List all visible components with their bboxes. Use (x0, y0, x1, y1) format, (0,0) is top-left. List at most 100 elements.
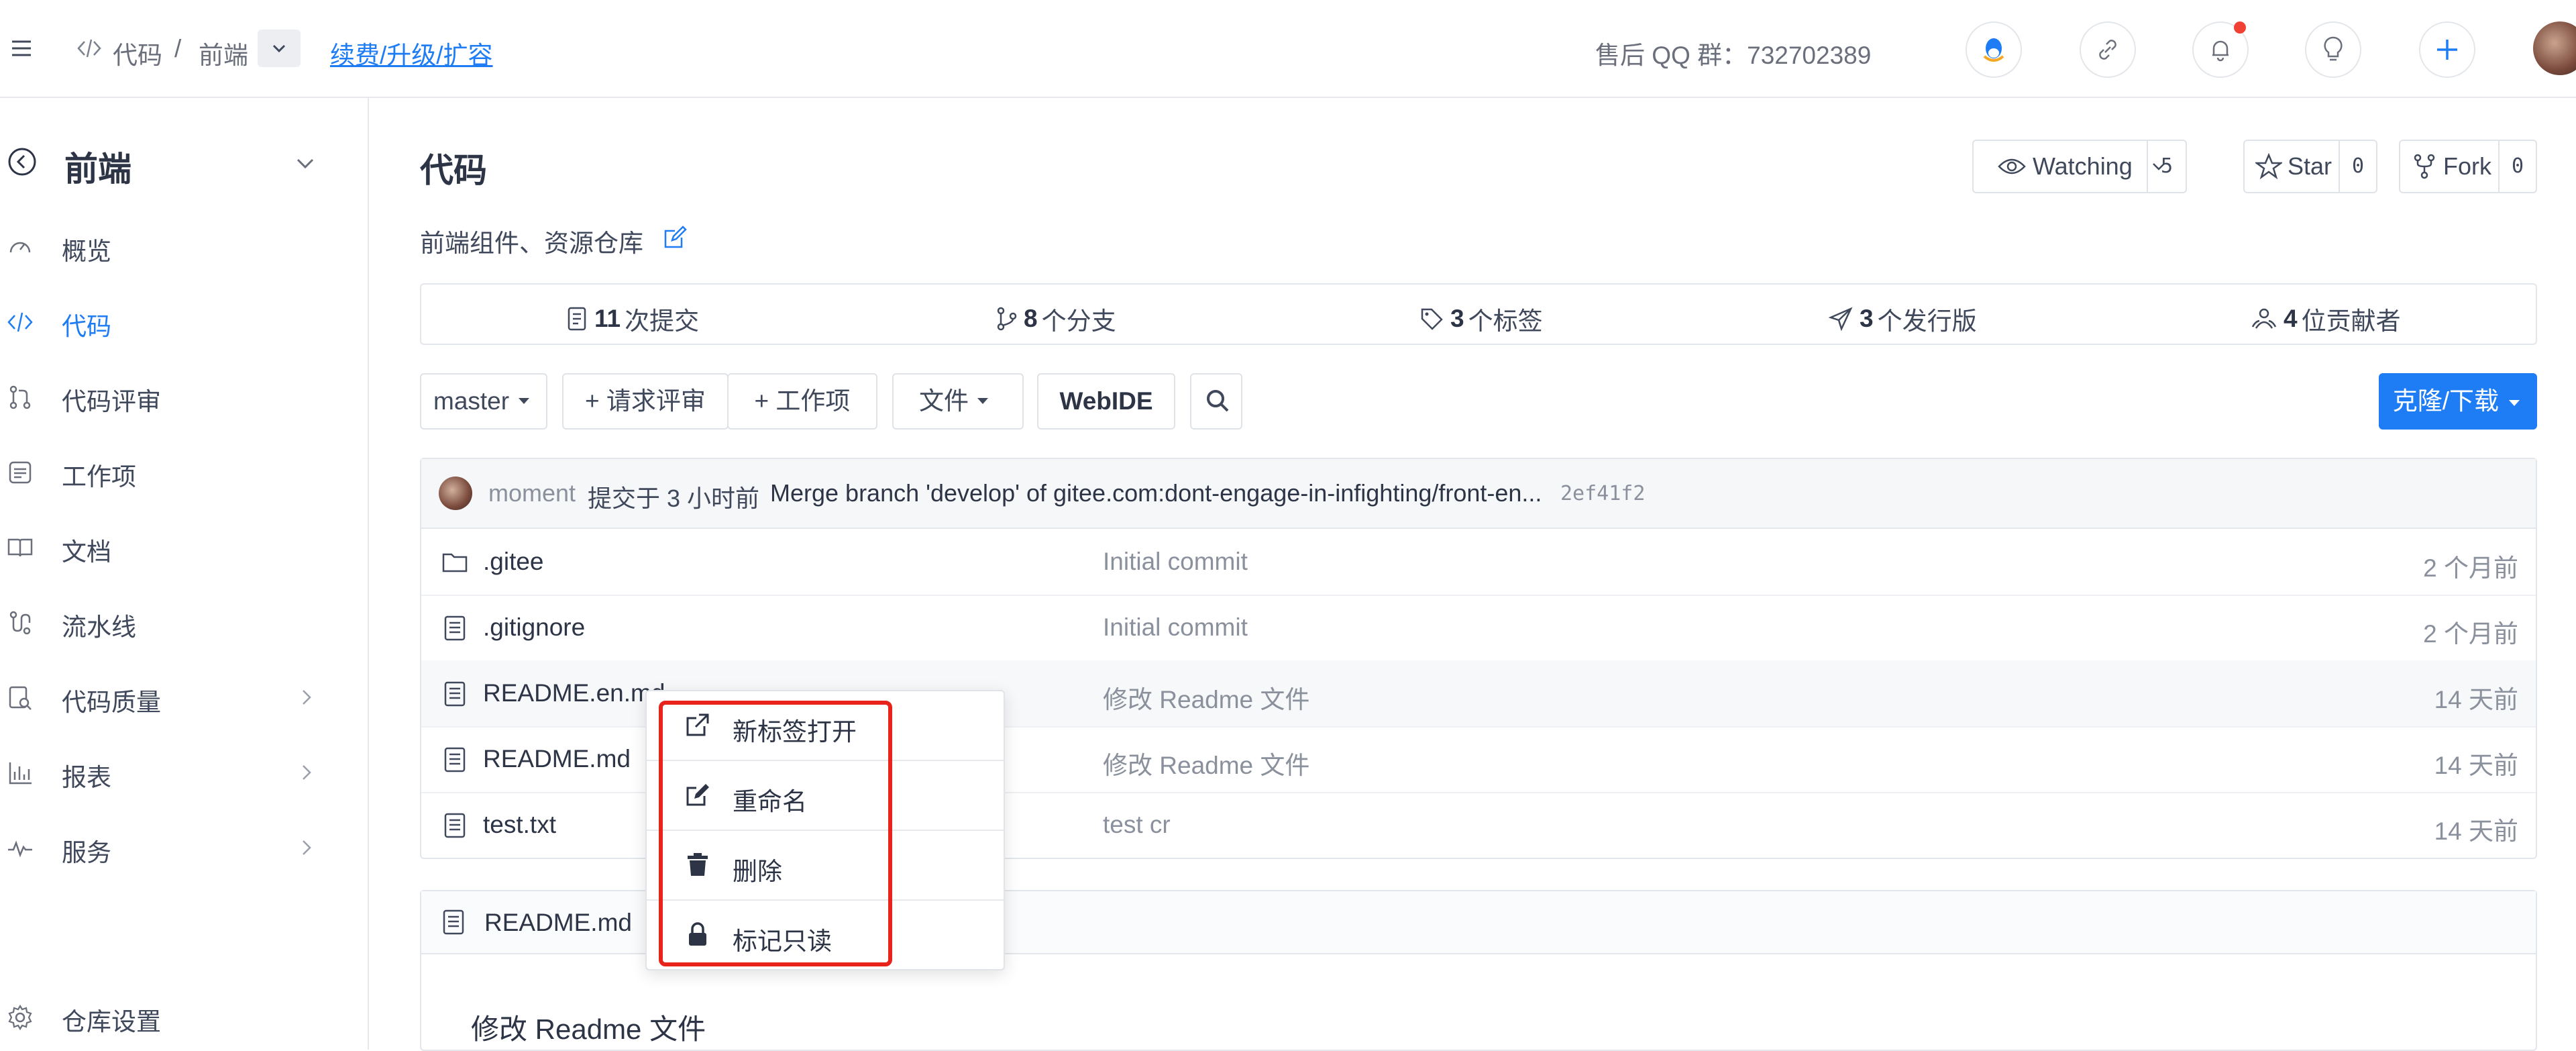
branches-label: 个分支 (1041, 307, 1116, 335)
file-dropdown-label: 文件 (919, 387, 969, 415)
sidebar-item-code-quality[interactable]: 代码质量 (0, 670, 366, 723)
send-icon (1829, 307, 1853, 331)
file-updated-time: 14 天前 (2434, 817, 2518, 845)
clone-download-button[interactable]: 克隆/下载 (2379, 373, 2537, 430)
menu-icon[interactable] (8, 35, 35, 62)
sidebar-item-code[interactable]: 代码 (0, 294, 366, 348)
sidebar-item-reports[interactable]: 报表 (0, 745, 366, 799)
breadcrumb-separator: / (174, 35, 182, 62)
sidebar: 前端 概览 代码 代码评审 工作项 文档 流水线 代码质量 报表 服务 仓库设置 (0, 98, 369, 1050)
plus-icon (2434, 36, 2461, 63)
breadcrumb-code[interactable]: 代码 (113, 35, 162, 71)
book-icon (7, 534, 34, 561)
sidebar-item-label: 代码 (62, 313, 111, 340)
star-label: Star (2288, 152, 2332, 180)
tags-label: 个标签 (1468, 307, 1543, 335)
file-row[interactable]: .gitee Initial commit 2 个月前 (421, 529, 2536, 596)
search-button[interactable] (1190, 373, 1242, 430)
new-work-item-button[interactable]: + 工作项 (727, 373, 877, 430)
sidebar-item-label: 流水线 (62, 613, 136, 641)
code-icon (76, 36, 102, 60)
commit-hash[interactable]: 2ef41f2 (1560, 482, 1645, 505)
bell-icon (2207, 36, 2234, 63)
webide-label: WebIDE (1059, 387, 1153, 415)
commits-stat[interactable]: 11 次提交 (566, 301, 699, 337)
releases-label: 个发行版 (1877, 307, 1977, 335)
search-icon (1203, 387, 1232, 415)
branches-count: 8 (1024, 305, 1038, 332)
fork-count[interactable]: 0 (2498, 141, 2536, 192)
commit-message[interactable]: Merge branch 'develop' of gitee.com:dont… (770, 479, 1542, 507)
contributors-stat[interactable]: 4 位贡献者 (2251, 301, 2401, 337)
file-icon (441, 681, 468, 707)
latest-commit-row: moment 提交于 3 小时前 Merge branch 'develop' … (421, 459, 2536, 529)
chevron-right-icon (295, 686, 318, 709)
caret-down-icon (974, 392, 991, 409)
contributors-label: 位贡献者 (2301, 307, 2401, 335)
tips-button[interactable] (2305, 21, 2361, 78)
file-name[interactable]: README.md (483, 745, 631, 773)
file-name[interactable]: test.txt (483, 811, 556, 839)
sidebar-item-repo-settings[interactable]: 仓库设置 (0, 989, 366, 1043)
releases-stat[interactable]: 3 个发行版 (1829, 301, 1977, 337)
repo-switch-dropdown[interactable] (258, 30, 301, 67)
commit-author[interactable]: moment (488, 479, 576, 507)
watch-count[interactable]: 5 (2147, 141, 2186, 192)
fork-button[interactable]: Fork 0 (2399, 140, 2537, 193)
sidebar-item-label: 服务 (62, 839, 111, 866)
chevron-down-icon[interactable] (291, 149, 319, 177)
file-updated-time: 2 个月前 (2423, 620, 2518, 648)
branches-stat[interactable]: 8 个分支 (996, 301, 1116, 337)
clone-download-label: 克隆/下载 (2392, 387, 2499, 415)
webide-button[interactable]: WebIDE (1037, 373, 1175, 430)
create-button[interactable] (2419, 21, 2475, 78)
sidebar-item-code-review[interactable]: 代码评审 (0, 369, 366, 423)
file-commit-message[interactable]: 修改 Readme 文件 (1103, 745, 1309, 781)
file-row[interactable]: .gitignore Initial commit 2 个月前 (421, 595, 2536, 662)
file-icon (441, 812, 468, 839)
star-button[interactable]: Star 0 (2243, 140, 2377, 193)
renew-upgrade-link[interactable]: 续费/升级/扩容 (330, 35, 493, 71)
sidebar-item-label: 代码质量 (62, 689, 161, 716)
file-commit-message[interactable]: test cr (1103, 811, 1171, 839)
sidebar-item-services[interactable]: 服务 (0, 820, 366, 874)
sidebar-item-work-items[interactable]: 工作项 (0, 444, 366, 498)
chevron-down-icon (268, 38, 290, 59)
sidebar-item-docs[interactable]: 文档 (0, 519, 366, 573)
code-icon (7, 309, 34, 336)
sidebar-item-label: 代码评审 (62, 388, 161, 415)
tags-stat[interactable]: 3 个标签 (1419, 301, 1543, 337)
file-name[interactable]: .gitee (483, 548, 544, 576)
user-avatar[interactable] (2533, 21, 2576, 75)
fork-icon (2411, 153, 2438, 180)
breadcrumb-repo[interactable]: 前端 (199, 35, 248, 71)
sidebar-item-label: 工作项 (62, 463, 136, 491)
edit-description-icon[interactable] (661, 224, 688, 251)
star-count[interactable]: 0 (2339, 141, 2376, 192)
commit-author-avatar[interactable] (439, 477, 472, 510)
new-pull-request-button[interactable]: + 请求评审 (562, 373, 729, 430)
link-button[interactable] (2080, 21, 2136, 78)
repo-description: 前端组件、资源仓库 (420, 223, 643, 259)
readme-filename[interactable]: README.md (484, 909, 632, 937)
commits-label: 次提交 (625, 307, 700, 335)
top-bar: 代码 / 前端 续费/升级/扩容 售后 QQ 群：732702389 (0, 0, 2576, 98)
file-dropdown-button[interactable]: 文件 (892, 373, 1024, 430)
file-name[interactable]: .gitignore (483, 613, 585, 642)
file-icon (440, 909, 467, 936)
sidebar-item-pipeline[interactable]: 流水线 (0, 595, 366, 648)
file-name[interactable]: README.en.md (483, 679, 665, 707)
chevron-right-icon (295, 836, 318, 859)
watch-button[interactable]: Watching 5 (1972, 140, 2187, 193)
branch-select[interactable]: master (420, 373, 547, 430)
fork-label: Fork (2443, 152, 2491, 180)
file-commit-message[interactable]: 修改 Readme 文件 (1103, 679, 1309, 715)
file-icon (441, 746, 468, 773)
back-icon[interactable] (7, 146, 38, 177)
sidebar-item-label: 仓库设置 (62, 1008, 161, 1036)
releases-count: 3 (1860, 305, 1874, 332)
file-commit-message[interactable]: Initial commit (1103, 548, 1248, 576)
file-commit-message[interactable]: Initial commit (1103, 613, 1248, 642)
sidebar-item-overview[interactable]: 概览 (0, 219, 366, 272)
qq-button[interactable] (1966, 21, 2022, 78)
